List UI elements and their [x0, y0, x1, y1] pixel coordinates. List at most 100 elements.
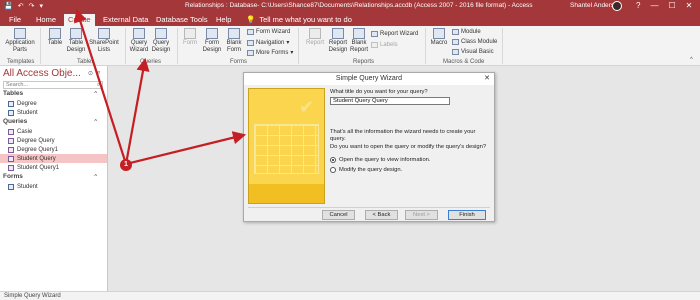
- table-button[interactable]: Table: [46, 28, 64, 47]
- table-label: Table: [47, 40, 63, 46]
- nav-pane-title[interactable]: All Access Obje...: [3, 68, 81, 79]
- form-wizard-label: Form Wizard: [256, 29, 291, 35]
- nav-item-student-query[interactable]: Student Query: [0, 154, 107, 163]
- collapse-icon: ⌃: [93, 119, 99, 126]
- ribbon-options-icon[interactable]: ?: [636, 1, 640, 10]
- tab-database-tools[interactable]: Database Tools: [156, 15, 208, 24]
- module-button[interactable]: Module: [452, 29, 481, 35]
- nav-section-label: Queries: [3, 118, 28, 125]
- status-bar: Simple Query Wizard: [0, 291, 700, 300]
- form-design-button[interactable]: Form Design: [202, 28, 222, 53]
- table-design-icon: [70, 28, 82, 39]
- nav-item-degree-query1[interactable]: Degree Query1: [0, 145, 107, 154]
- form-button[interactable]: Form: [181, 28, 199, 47]
- blank-report-icon: [353, 28, 365, 39]
- radio-button-selected[interactable]: [330, 157, 336, 163]
- more-forms-button[interactable]: More Forms ▾: [247, 49, 293, 56]
- report-wizard-button[interactable]: Report Wizard: [371, 31, 418, 37]
- tab-help[interactable]: Help: [216, 15, 231, 24]
- collapse-ribbon-icon[interactable]: ^: [690, 57, 693, 63]
- tab-file[interactable]: File: [9, 15, 21, 24]
- nav-item-degree-query[interactable]: Degree Query: [0, 136, 107, 145]
- minimize-icon[interactable]: —: [650, 1, 658, 10]
- labels-icon: [371, 42, 378, 48]
- labels-label: Labels: [380, 42, 398, 48]
- nav-item-label: Student: [17, 183, 38, 190]
- next-button[interactable]: Next >: [405, 210, 438, 220]
- nav-item-student-form[interactable]: Student: [0, 182, 107, 191]
- open-query-option[interactable]: Open the query to view information.: [330, 157, 431, 163]
- navigation-button[interactable]: Navigation ▾: [247, 39, 289, 46]
- macro-button[interactable]: Macro: [430, 28, 448, 47]
- nav-item-casie-query[interactable]: Casie: [0, 127, 107, 136]
- back-button[interactable]: < Back: [365, 210, 398, 220]
- blank-form-button[interactable]: Blank Form: [224, 28, 244, 53]
- modify-query-option[interactable]: Modify the query design.: [330, 167, 402, 173]
- annotation-badge: 1: [120, 159, 132, 171]
- customize-qat-icon[interactable]: ▾: [39, 2, 43, 10]
- blank-form-label: Blank Form: [226, 40, 242, 53]
- group-separator: [502, 28, 503, 64]
- query-design-button[interactable]: Query Design: [150, 28, 172, 53]
- save-icon[interactable]: 💾: [4, 2, 13, 10]
- table-design-label: Table Design: [66, 40, 86, 53]
- table-design-button[interactable]: Table Design: [66, 28, 86, 53]
- maximize-icon[interactable]: ☐: [668, 1, 675, 10]
- query-title-input[interactable]: Student Query Query: [330, 97, 450, 105]
- query-wizard-label: Query Wizard: [129, 40, 149, 53]
- collapse-icon: ⌃: [93, 174, 99, 181]
- application-parts-button[interactable]: Application Parts: [4, 28, 36, 53]
- tab-external-data[interactable]: External Data: [103, 15, 148, 24]
- radio-button[interactable]: [330, 167, 336, 173]
- query-icon: [8, 137, 14, 144]
- sharepoint-lists-button[interactable]: SharePoint Lists: [88, 28, 120, 53]
- nav-section-queries[interactable]: Queries ⌃: [3, 118, 103, 126]
- blank-report-button[interactable]: Blank Report: [349, 28, 369, 53]
- query-wizard-button[interactable]: Query Wizard: [129, 28, 149, 53]
- navigation-pane: All Access Obje... ⊙ « Search... ⌕ Table…: [0, 66, 108, 291]
- nav-item-label: Casie: [17, 128, 33, 135]
- module-label: Module: [461, 29, 481, 35]
- close-icon[interactable]: ✕: [686, 1, 693, 10]
- report-wizard-label: Report Wizard: [380, 31, 419, 37]
- nav-item-student-query1[interactable]: Student Query1: [0, 163, 107, 172]
- nav-section-tables[interactable]: Tables ⌃: [3, 90, 103, 98]
- macro-icon: [433, 28, 445, 39]
- more-forms-icon: [247, 49, 254, 56]
- nav-item-degree-table[interactable]: Degree: [0, 99, 107, 108]
- group-label-reports: Reports: [353, 59, 375, 65]
- redo-icon[interactable]: ↷: [29, 2, 35, 10]
- sharepoint-lists-icon: [98, 28, 110, 39]
- search-input[interactable]: Search... ⌕: [3, 81, 103, 89]
- nav-item-label: Student Query: [17, 155, 56, 162]
- more-forms-label: More Forms: [256, 49, 289, 56]
- cancel-button[interactable]: Cancel: [322, 210, 355, 220]
- group-label-tables: Tables: [77, 59, 95, 65]
- close-icon[interactable]: ✕: [484, 74, 490, 82]
- finish-button[interactable]: Finish: [448, 210, 486, 220]
- tab-home[interactable]: Home: [36, 15, 56, 24]
- visual-basic-button[interactable]: Visual Basic: [452, 49, 494, 55]
- report-button[interactable]: Report: [304, 28, 326, 47]
- labels-button[interactable]: Labels: [371, 42, 398, 48]
- avatar[interactable]: [612, 1, 622, 11]
- nav-section-forms[interactable]: Forms ⌃: [3, 173, 103, 181]
- tell-me-box[interactable]: 💡 Tell me what you want to do: [246, 15, 352, 24]
- class-module-icon: [452, 39, 459, 45]
- report-design-button[interactable]: Report Design: [327, 28, 349, 53]
- nav-menu-icon[interactable]: ⊙: [88, 70, 93, 77]
- tab-create[interactable]: Create: [64, 14, 95, 26]
- nav-item-student-table[interactable]: Student: [0, 108, 107, 117]
- dialog-divider: [248, 207, 490, 208]
- class-module-button[interactable]: Class Module: [452, 39, 497, 45]
- report-icon: [309, 28, 321, 39]
- form-icon: [184, 28, 196, 39]
- nav-item-label: Degree Query1: [17, 146, 59, 153]
- group-separator: [40, 28, 41, 64]
- dialog-title: Simple Query Wizard: [244, 73, 494, 85]
- form-wizard-button[interactable]: Form Wizard: [247, 29, 290, 35]
- undo-icon[interactable]: ↶: [18, 2, 24, 10]
- table-icon: [8, 109, 14, 116]
- group-separator: [298, 28, 299, 64]
- shutter-bar-icon[interactable]: «: [97, 70, 100, 77]
